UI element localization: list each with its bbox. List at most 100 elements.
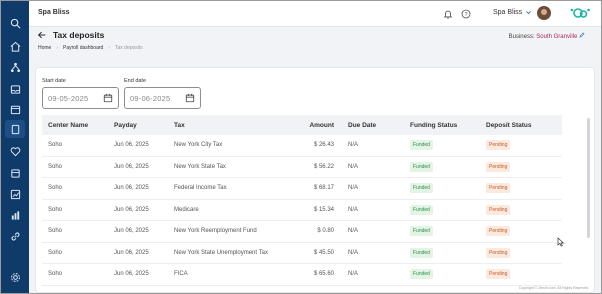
heart-icon[interactable]: [6, 143, 24, 159]
company-selector-label: Spa Bliss: [493, 9, 523, 16]
bar-chart-icon[interactable]: [6, 207, 24, 223]
calendar-icon[interactable]: [6, 101, 24, 117]
table-scrollbar[interactable]: [587, 118, 590, 238]
column-header-payday[interactable]: Payday: [114, 122, 174, 129]
search-icon[interactable]: [6, 15, 24, 31]
help-icon[interactable]: ?: [460, 8, 472, 20]
breadcrumb-home[interactable]: Home: [38, 45, 51, 51]
cell-deposit-status: Pending: [486, 183, 562, 194]
app-window: Spa Bliss ? Spa Bliss Tax deposits Home …: [0, 0, 602, 294]
cell-tax: Federal Income Tax: [174, 185, 227, 192]
business-value: South Granville: [536, 34, 578, 40]
column-header-funding-status[interactable]: Funding Status: [410, 122, 486, 129]
end-date-input[interactable]: 09-06-2025: [124, 87, 201, 109]
breadcrumb-separator: ›: [56, 45, 59, 51]
funding-status-badge: Funded: [410, 183, 433, 194]
deposit-status-badge: Pending: [486, 204, 511, 215]
sidebar: [1, 1, 29, 293]
calendar-icon[interactable]: [185, 93, 195, 103]
cell-tax: Medicare: [174, 206, 199, 213]
end-date-group: End date 09-06-2025: [124, 78, 201, 109]
svg-text:?: ?: [464, 12, 467, 18]
deposit-status-badge: Pending: [486, 247, 511, 258]
breadcrumb: Home › Payroll dashboard › Tax deposits: [38, 45, 143, 51]
box-icon[interactable]: [6, 165, 24, 181]
table-row[interactable]: Soho Jun 06, 2025 New York State Unemplo…: [42, 243, 562, 264]
cell-due-date: N/A: [348, 185, 359, 192]
cell-deposit-status: Pending: [486, 269, 562, 280]
link-icon[interactable]: [6, 228, 24, 244]
business-indicator: Business: South Granville: [509, 32, 585, 40]
cell-center-name: Soho: [48, 163, 63, 170]
cell-amount: $ 26.43: [313, 142, 334, 149]
cell-funding-status: Funded: [410, 269, 486, 280]
table-row[interactable]: Soho Jun 06, 2025 Federal Income Tax $ 6…: [42, 178, 562, 200]
end-date-value: 09-06-2025: [130, 93, 171, 103]
cell-deposit-status: Pending: [486, 140, 562, 151]
cell-payday: Jun 06, 2025: [114, 142, 149, 149]
table-row[interactable]: Soho Jun 06, 2025 New York Reemployment …: [42, 221, 562, 243]
breadcrumb-separator: ›: [108, 45, 110, 51]
table-row[interactable]: Soho Jun 06, 2025 FICA $ 65.60 N/A Funde…: [42, 264, 562, 286]
inbox-icon[interactable]: [6, 81, 24, 97]
cell-center-name: Soho: [48, 185, 63, 192]
company-selector[interactable]: Spa Bliss: [493, 9, 532, 16]
cell-payday: Jun 06, 2025: [114, 206, 149, 213]
table-header: Center Name Payday Tax Amount Due Date F…: [42, 115, 562, 135]
settings-icon[interactable]: [6, 269, 24, 285]
column-header-center-name[interactable]: Center Name: [42, 122, 114, 129]
deposit-status-badge: Pending: [486, 226, 511, 237]
cell-due-date: N/A: [348, 163, 359, 170]
cell-tax: New York State Tax: [174, 163, 226, 170]
cell-funding-status: Funded: [410, 226, 486, 237]
column-header-due-date[interactable]: Due Date: [348, 122, 410, 129]
breadcrumb-payroll-dashboard[interactable]: Payroll dashboard: [63, 45, 103, 51]
column-header-amount[interactable]: Amount: [294, 122, 348, 129]
cell-center-name: Soho: [48, 228, 63, 235]
cell-tax: New York State Unemployment Tax: [174, 249, 268, 256]
cell-center-name: Soho: [48, 142, 63, 149]
end-date-label: End date: [124, 78, 147, 84]
network-icon[interactable]: [6, 59, 24, 75]
funding-status-badge: Funded: [410, 140, 433, 151]
tax-deposits-table: Center Name Payday Tax Amount Due Date F…: [42, 115, 562, 286]
start-date-input[interactable]: 09-05-2025: [42, 87, 119, 109]
brand-logo-icon: [570, 8, 590, 18]
chart-icon[interactable]: [6, 186, 24, 202]
tax-deposits-card: Start date 09-05-2025 End date 09-06-202…: [35, 67, 595, 293]
cell-due-date: N/A: [348, 142, 359, 149]
document-icon[interactable]: [6, 121, 24, 137]
bell-icon[interactable]: [442, 8, 454, 20]
cell-amount: $ 0.80: [317, 228, 334, 235]
column-header-tax[interactable]: Tax: [174, 122, 294, 129]
back-arrow-icon[interactable]: [37, 30, 47, 43]
deposit-status-badge: Pending: [486, 140, 511, 151]
avatar[interactable]: [537, 6, 551, 20]
column-header-deposit-status[interactable]: Deposit Status: [486, 122, 562, 129]
cell-due-date: N/A: [348, 249, 359, 256]
cell-tax: New York Reemployment Fund: [174, 228, 257, 235]
cell-due-date: N/A: [348, 271, 359, 278]
cell-funding-status: Funded: [410, 161, 486, 172]
cell-deposit-status: Pending: [486, 247, 562, 258]
cell-funding-status: Funded: [410, 183, 486, 194]
deposit-status-badge: Pending: [486, 183, 511, 194]
funding-status-badge: Funded: [410, 269, 433, 280]
breadcrumb-current: Tax deposits: [115, 45, 143, 51]
business-label: Business:: [508, 34, 535, 40]
table-row[interactable]: Soho Jun 06, 2025 New York City Tax $ 26…: [42, 135, 562, 157]
edit-pencil-icon[interactable]: [579, 32, 585, 38]
cell-deposit-status: Pending: [486, 226, 562, 237]
cell-payday: Jun 06, 2025: [114, 271, 149, 278]
cell-amount: $ 15.34: [313, 206, 334, 213]
cell-funding-status: Funded: [410, 140, 486, 151]
chevron-down-icon: [526, 11, 532, 15]
calendar-icon[interactable]: [103, 93, 113, 103]
table-row[interactable]: Soho Jun 06, 2025 New York State Tax $ 5…: [42, 157, 562, 178]
cell-amount: $ 65.60: [313, 271, 334, 278]
table-row[interactable]: Soho Jun 06, 2025 Medicare $ 15.34 N/A F…: [42, 200, 562, 221]
start-date-value: 09-05-2025: [48, 93, 89, 103]
cell-center-name: Soho: [48, 249, 63, 256]
home-icon[interactable]: [6, 38, 24, 54]
funding-status-badge: Funded: [410, 204, 433, 215]
